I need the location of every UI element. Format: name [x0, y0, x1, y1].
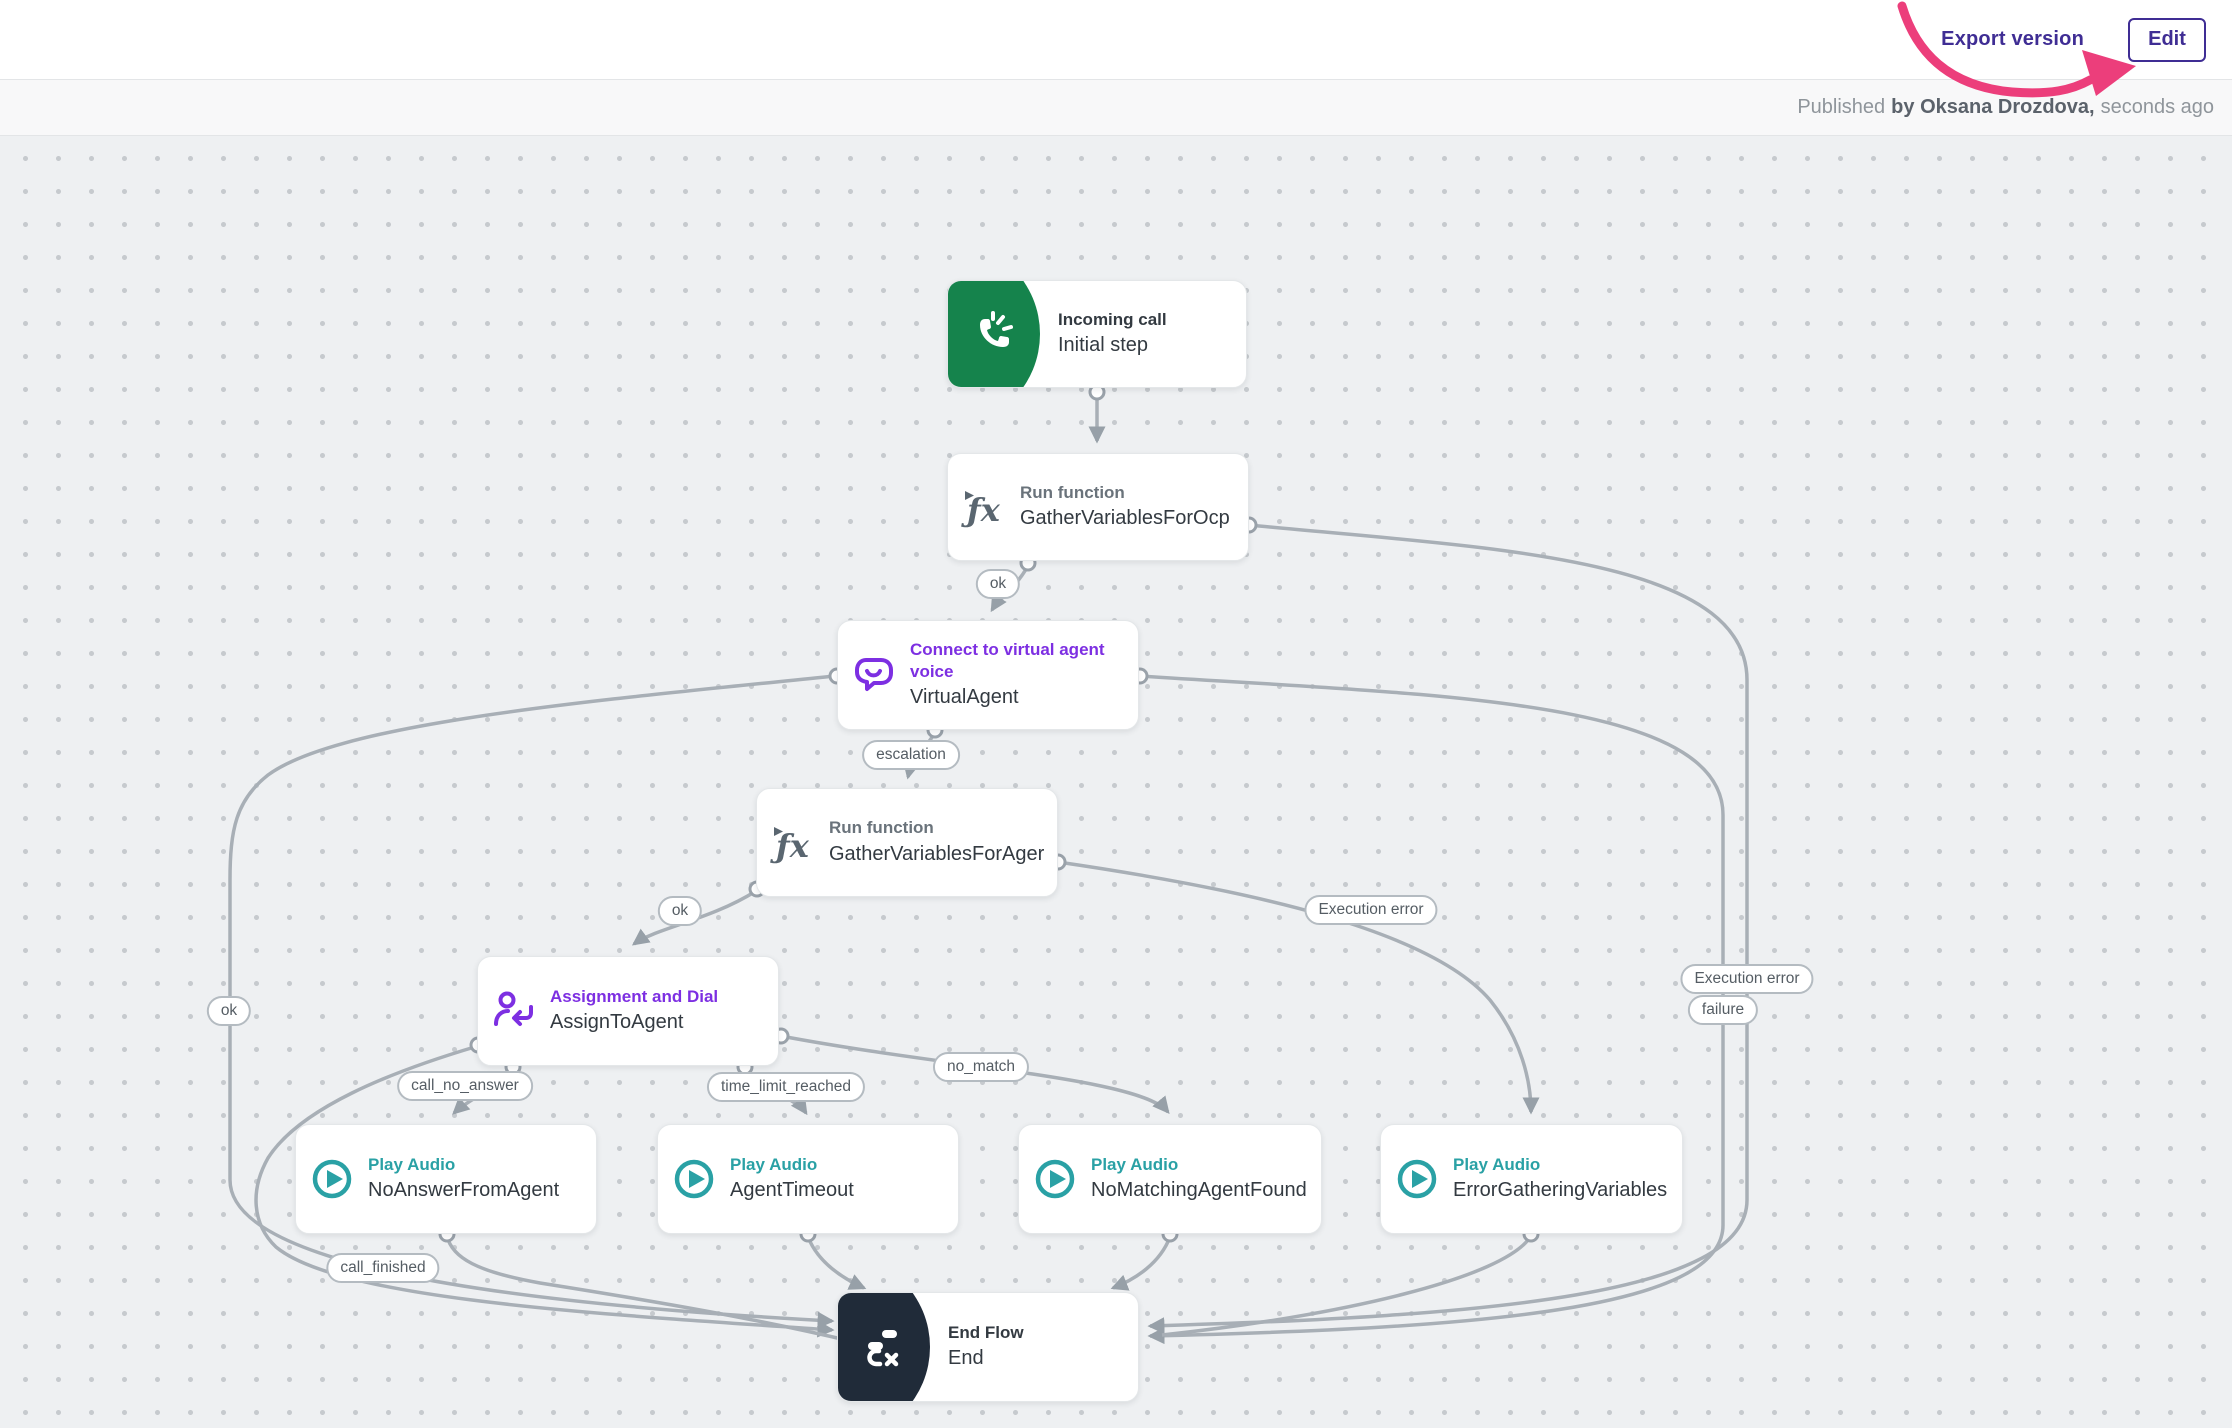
published-author: by Oksana Drozdova, — [1891, 96, 2094, 119]
node-type-label: Run function — [1020, 482, 1244, 504]
node-type-label: Assignment and Dial — [550, 986, 774, 1008]
published-time: seconds ago — [2101, 96, 2214, 119]
node-name: GatherVariablesForAger — [829, 840, 1053, 868]
run-function-icon: ƒx — [757, 819, 829, 867]
edge-timeout-to-end — [808, 1237, 864, 1288]
node-name: ErrorGatheringVariables — [1453, 1176, 1678, 1204]
published-prefix: Published — [1797, 96, 1885, 119]
node-type-label: Play Audio — [730, 1154, 954, 1176]
edge-label-escalation[interactable]: escalation — [862, 740, 960, 770]
export-version-button[interactable]: Export version — [1941, 28, 2084, 51]
node-gather-variables-for-ocp[interactable]: ƒx Run function GatherVariablesForOcp — [947, 453, 1249, 561]
node-name: Initial step — [1058, 331, 1242, 359]
run-function-icon: ƒx — [948, 483, 1020, 531]
svg-text:ƒx: ƒx — [770, 827, 810, 865]
edge-label-failure[interactable]: failure — [1688, 995, 1758, 1025]
edge-label-execution-error[interactable]: Execution error — [1680, 964, 1813, 994]
edge-failure — [1140, 676, 1723, 1336]
node-no-answer-from-agent[interactable]: Play Audio NoAnswerFromAgent — [295, 1124, 597, 1234]
node-initial-step[interactable]: Incoming call Initial step — [947, 280, 1247, 388]
edge-nomatch-to-end — [1113, 1237, 1170, 1288]
end-flow-icon — [838, 1293, 948, 1401]
edge-label-ok[interactable]: ok — [207, 996, 251, 1026]
node-type-label: End Flow — [948, 1322, 1134, 1344]
edge-call-finished — [447, 1236, 850, 1341]
incoming-call-icon — [948, 281, 1058, 387]
node-agent-timeout[interactable]: Play Audio AgentTimeout — [657, 1124, 959, 1234]
node-virtual-agent[interactable]: Connect to virtual agent voice VirtualAg… — [837, 620, 1139, 730]
header-bar: Export version Edit — [0, 0, 2232, 80]
node-gather-variables-for-ager[interactable]: ƒx Run function GatherVariablesForAger — [756, 788, 1058, 897]
svg-text:ƒx: ƒx — [961, 491, 1001, 529]
edge-label-call-finished[interactable]: call_finished — [326, 1253, 439, 1283]
edge-label-no-match[interactable]: no_match — [933, 1052, 1029, 1082]
flow-designer-page: Export version Edit Published by Oksana … — [0, 0, 2232, 1428]
node-end-flow[interactable]: End Flow End — [837, 1292, 1139, 1402]
edit-button[interactable]: Edit — [2128, 18, 2206, 62]
node-type-label: Play Audio — [1453, 1154, 1678, 1176]
edge-label-ok[interactable]: ok — [976, 569, 1020, 599]
edge-label-ok[interactable]: ok — [658, 896, 702, 926]
virtual-agent-icon — [838, 651, 910, 699]
node-name: GatherVariablesForOcp — [1020, 504, 1244, 532]
node-assign-to-agent[interactable]: Assignment and Dial AssignToAgent — [477, 956, 779, 1066]
edge-exec-error-mid — [1058, 862, 1531, 1112]
node-name: End — [948, 1344, 1134, 1372]
node-error-gathering-variables[interactable]: Play Audio ErrorGatheringVariables — [1380, 1124, 1683, 1234]
node-type-label: Run function — [829, 817, 1053, 839]
node-type-label: Connect to virtual agent — [910, 639, 1134, 661]
node-type-label: Play Audio — [368, 1154, 592, 1176]
play-audio-icon — [658, 1155, 730, 1203]
play-audio-icon — [296, 1155, 368, 1203]
node-name: VirtualAgent — [910, 683, 1134, 711]
node-name: AssignToAgent — [550, 1008, 774, 1036]
node-name: NoMatchingAgentFound — [1091, 1176, 1317, 1204]
node-type-label-line2: voice — [910, 661, 1134, 683]
node-name: AgentTimeout — [730, 1176, 954, 1204]
assignment-dial-icon — [478, 987, 550, 1035]
publish-status-bar: Published by Oksana Drozdova, seconds ag… — [0, 80, 2232, 136]
edge-label-call-no-answer[interactable]: call_no_answer — [397, 1071, 533, 1101]
edge-label-execution-error[interactable]: Execution error — [1304, 895, 1437, 925]
node-name: NoAnswerFromAgent — [368, 1176, 592, 1204]
node-type-label: Play Audio — [1091, 1154, 1317, 1176]
play-audio-icon — [1019, 1155, 1091, 1203]
play-audio-icon — [1381, 1155, 1453, 1203]
edge-label-time-limit-reached[interactable]: time_limit_reached — [707, 1072, 865, 1102]
node-no-matching-agent-found[interactable]: Play Audio NoMatchingAgentFound — [1018, 1124, 1322, 1234]
node-type-label: Incoming call — [1058, 309, 1242, 331]
